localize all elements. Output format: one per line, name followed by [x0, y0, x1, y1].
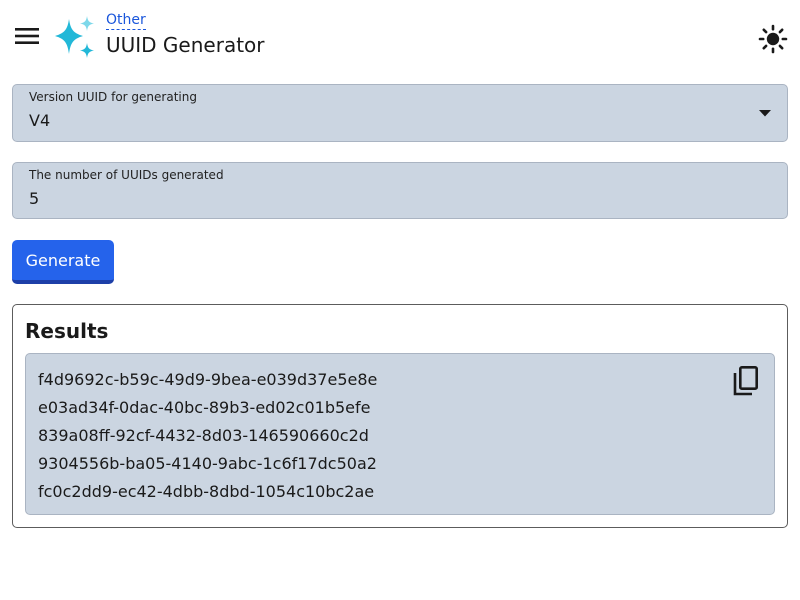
menu-button[interactable] — [12, 22, 42, 50]
uuid-item: 839a08ff-92cf-4432-8d03-146590660c2d — [38, 426, 369, 445]
version-select-value: V4 — [29, 111, 51, 130]
uuid-item: 9304556b-ba05-4140-9abc-1c6f17dc50a2 — [38, 454, 377, 473]
generate-button[interactable]: Generate — [12, 240, 114, 284]
results-panel: Results f4d9692c-b59c-49d9-9bea-e039d37e… — [12, 304, 788, 528]
copy-button[interactable] — [730, 364, 762, 398]
theme-toggle-button[interactable] — [756, 22, 790, 56]
version-select-label: Version UUID for generating — [29, 90, 197, 104]
caret-down-icon — [759, 110, 771, 117]
breadcrumb-other-link[interactable]: Other — [106, 12, 146, 30]
results-output-box[interactable]: f4d9692c-b59c-49d9-9bea-e039d37e5e8e e03… — [25, 353, 775, 515]
uuid-count-input[interactable]: The number of UUIDs generated 5 — [12, 162, 788, 219]
version-select[interactable]: Version UUID for generating V4 — [12, 84, 788, 142]
uuid-item: e03ad34f-0dac-40bc-89b3-ed02c01b5efe — [38, 398, 371, 417]
uuid-list: f4d9692c-b59c-49d9-9bea-e039d37e5e8e e03… — [38, 366, 377, 506]
results-title: Results — [25, 319, 109, 343]
page-title: UUID Generator — [106, 33, 265, 57]
sun-icon — [758, 24, 788, 54]
app-root: Other UUID Generator Version UUID for ge… — [0, 0, 800, 600]
copy-icon — [733, 365, 758, 396]
header: Other UUID Generator — [0, 0, 800, 76]
uuid-count-label: The number of UUIDs generated — [29, 168, 224, 182]
uuid-item: f4d9692c-b59c-49d9-9bea-e039d37e5e8e — [38, 370, 378, 389]
uuid-count-value[interactable]: 5 — [29, 189, 39, 208]
sparkles-icon — [55, 16, 94, 58]
hamburger-menu-icon — [15, 28, 39, 44]
uuid-item: fc0c2dd9-ec42-4dbb-8dbd-1054c10bc2ae — [38, 482, 375, 501]
